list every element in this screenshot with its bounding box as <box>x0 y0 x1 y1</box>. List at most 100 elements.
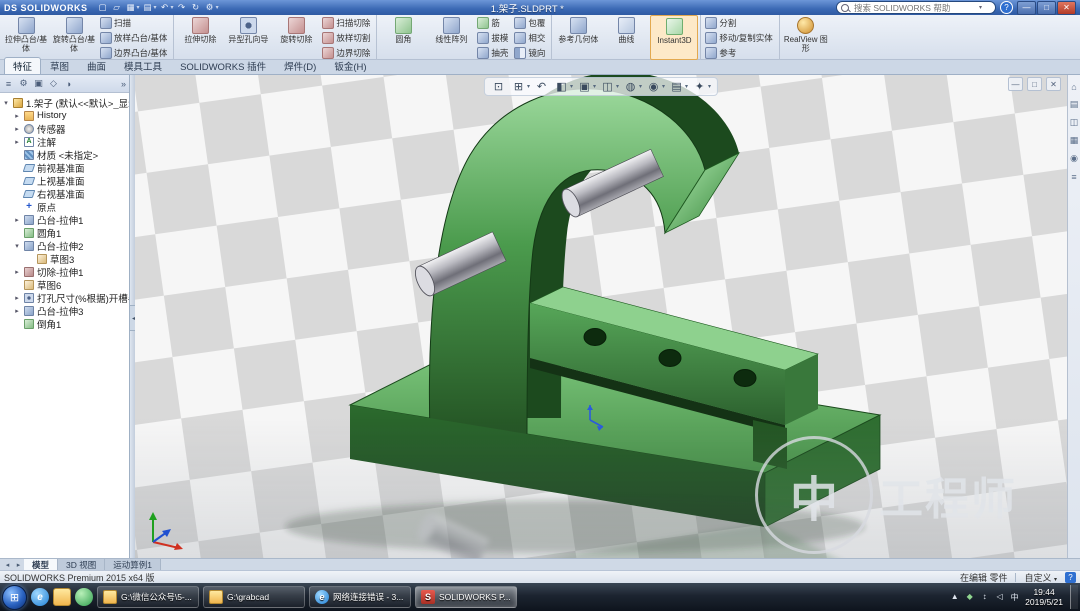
tab-scroll-left-icon[interactable]: ◂ <box>2 559 13 570</box>
ribbon-button[interactable]: 筋 <box>475 15 512 30</box>
tree-item[interactable]: ▸ 打孔尺寸(%根据)开槽半沉头木螺钉 <box>0 291 129 304</box>
dropdown-caret-icon[interactable]: ▾ <box>527 83 530 90</box>
command-tab[interactable]: 草图 <box>41 57 78 74</box>
maximize-button[interactable]: □ <box>1037 1 1056 15</box>
ribbon-button[interactable]: 参考几何体 <box>554 15 602 60</box>
command-tab[interactable]: 曲面 <box>78 57 115 74</box>
command-tab[interactable]: SOLIDWORKS 插件 <box>171 57 275 74</box>
feature-manager-tab[interactable] <box>63 78 74 89</box>
tray-icon[interactable] <box>949 592 960 603</box>
ribbon-button[interactable]: 拔模 <box>475 30 512 45</box>
ribbon-button[interactable]: Instant3D <box>650 15 698 60</box>
view-tool-button[interactable]: ▾ <box>692 79 711 94</box>
tree-expand-toggle[interactable]: ▸ <box>13 307 21 315</box>
tree-item[interactable]: ▾ 凸台-拉伸2 <box>0 239 129 252</box>
help-icon[interactable]: ? <box>1000 1 1013 14</box>
tree-item[interactable]: 草图3 <box>0 252 129 265</box>
tree-item[interactable]: 上视基准面 <box>0 174 129 187</box>
customize-menu[interactable]: 自定义 ▾ <box>1024 571 1057 584</box>
ribbon-button[interactable]: 放样凸台/基体 <box>98 30 171 45</box>
search-input[interactable] <box>852 2 976 14</box>
taskbar-button[interactable]: SOLIDWORKS P... <box>415 586 517 608</box>
task-pane-tab[interactable] <box>1069 81 1080 92</box>
document-window-button[interactable] <box>1027 77 1042 91</box>
tree-expand-toggle[interactable]: ▸ <box>13 216 21 224</box>
tree-expand-toggle[interactable]: ▸ <box>13 138 21 146</box>
ribbon-button[interactable]: 扫描 <box>98 15 171 30</box>
show-desktop-button[interactable] <box>1070 585 1078 609</box>
quick-access-button[interactable]: ▾ <box>205 2 219 13</box>
tree-item[interactable]: 前视基准面 <box>0 161 129 174</box>
ribbon-button[interactable]: 旋转切除 <box>272 15 320 60</box>
quick-launch-icon[interactable] <box>75 588 93 606</box>
task-pane-tab[interactable] <box>1069 153 1080 164</box>
tree-item[interactable]: ▸ 切除-拉伸1 <box>0 265 129 278</box>
minimize-button[interactable]: — <box>1017 1 1036 15</box>
tree-item[interactable]: 倒角1 <box>0 317 129 330</box>
ribbon-button[interactable]: RealView 图形 <box>782 15 830 60</box>
tree-expand-toggle[interactable]: ▸ <box>13 294 21 302</box>
tree-item[interactable]: 右视基准面 <box>0 187 129 200</box>
tree-item[interactable]: 圆角1 <box>0 226 129 239</box>
dropdown-caret-icon[interactable]: ▾ <box>639 83 642 90</box>
tree-expand-toggle[interactable]: ▾ <box>13 242 21 250</box>
taskbar-button[interactable]: G:\grabcad <box>203 586 305 608</box>
ribbon-button[interactable]: 曲线 <box>602 15 650 60</box>
dropdown-caret-icon[interactable]: ▾ <box>708 83 711 90</box>
view-tool-button[interactable] <box>491 79 507 94</box>
tree-item[interactable]: ▸ History <box>0 109 129 122</box>
ribbon-button[interactable]: 扫描切除 <box>320 15 374 30</box>
tree-expand-toggle[interactable]: ▸ <box>13 268 21 276</box>
tree-item[interactable]: 草图6 <box>0 278 129 291</box>
dropdown-caret-icon[interactable]: ▾ <box>616 83 619 90</box>
ribbon-button[interactable]: 分割 <box>703 15 776 30</box>
view-tool-button[interactable] <box>534 79 550 94</box>
ribbon-button[interactable]: 抽壳 <box>475 45 512 60</box>
command-tab[interactable]: 焊件(D) <box>275 57 325 74</box>
document-tab[interactable]: 运动算例1 <box>105 559 161 570</box>
ribbon-button[interactable]: 线性阵列 <box>427 15 475 60</box>
tree-item[interactable]: ▸ 凸台-拉伸3 <box>0 304 129 317</box>
ribbon-button[interactable]: 异型孔向导 <box>224 15 272 60</box>
view-tool-button[interactable]: ▾ <box>623 79 642 94</box>
tree-expand-toggle[interactable]: ▸ <box>13 125 21 133</box>
view-tool-button[interactable]: ▾ <box>511 79 530 94</box>
quick-launch-icon[interactable] <box>53 588 71 606</box>
tab-scroll-right-icon[interactable]: ▸ <box>13 559 24 570</box>
taskbar-button[interactable]: G:\微信公众号\5-... <box>97 586 199 608</box>
tree-expand-toggle[interactable]: ▸ <box>13 112 21 120</box>
ribbon-button[interactable]: 包覆 <box>512 15 549 30</box>
dropdown-caret-icon[interactable]: ▾ <box>685 83 688 90</box>
model-viewport[interactable]: ▾ ▾ ▾ ▾ <box>135 75 1067 558</box>
task-pane-tab[interactable] <box>1069 117 1080 128</box>
feature-manager-tab[interactable] <box>33 78 44 89</box>
quick-access-button[interactable]: ▾ <box>160 2 174 13</box>
quick-access-button[interactable]: ▾ <box>126 2 140 13</box>
quick-access-button[interactable] <box>177 2 188 13</box>
command-tab[interactable]: 钣金(H) <box>325 57 375 74</box>
ribbon-button[interactable]: 拉伸切除 <box>176 15 224 60</box>
status-help-icon[interactable]: ? <box>1065 572 1076 583</box>
ribbon-button[interactable]: 拉伸凸台/基体 <box>2 15 50 60</box>
quick-access-button[interactable] <box>191 2 202 13</box>
search-caret-icon[interactable]: ▾ <box>979 4 982 11</box>
feature-manager-tab[interactable] <box>18 78 29 89</box>
quick-access-button[interactable]: ▾ <box>143 2 157 13</box>
ribbon-button[interactable]: 参考 <box>703 45 776 60</box>
tray-icon[interactable] <box>979 592 990 603</box>
quick-access-button[interactable] <box>98 2 109 13</box>
help-search-box[interactable]: ▾ <box>836 1 996 14</box>
taskbar-button[interactable]: 网络连接错误 - 3... <box>309 586 411 608</box>
start-button[interactable]: ⊞ <box>2 585 27 610</box>
ribbon-button[interactable]: 移动/复制实体 <box>703 30 776 45</box>
tray-icon[interactable] <box>964 592 975 603</box>
view-tool-button[interactable]: ▾ <box>554 79 573 94</box>
document-window-button[interactable] <box>1008 77 1023 91</box>
taskbar-clock[interactable]: 19:44 2019/5/21 <box>1025 587 1063 607</box>
document-tab[interactable]: 3D 视图 <box>58 559 105 570</box>
command-tab[interactable]: 模具工具 <box>115 57 171 74</box>
view-tool-button[interactable]: ▾ <box>600 79 619 94</box>
quick-access-button[interactable] <box>112 2 123 13</box>
panel-overflow-chevron[interactable]: » <box>121 79 126 89</box>
tree-item[interactable]: ▾ 1.架子 (默认<<默认>_显示状态 1>) <box>0 96 129 109</box>
